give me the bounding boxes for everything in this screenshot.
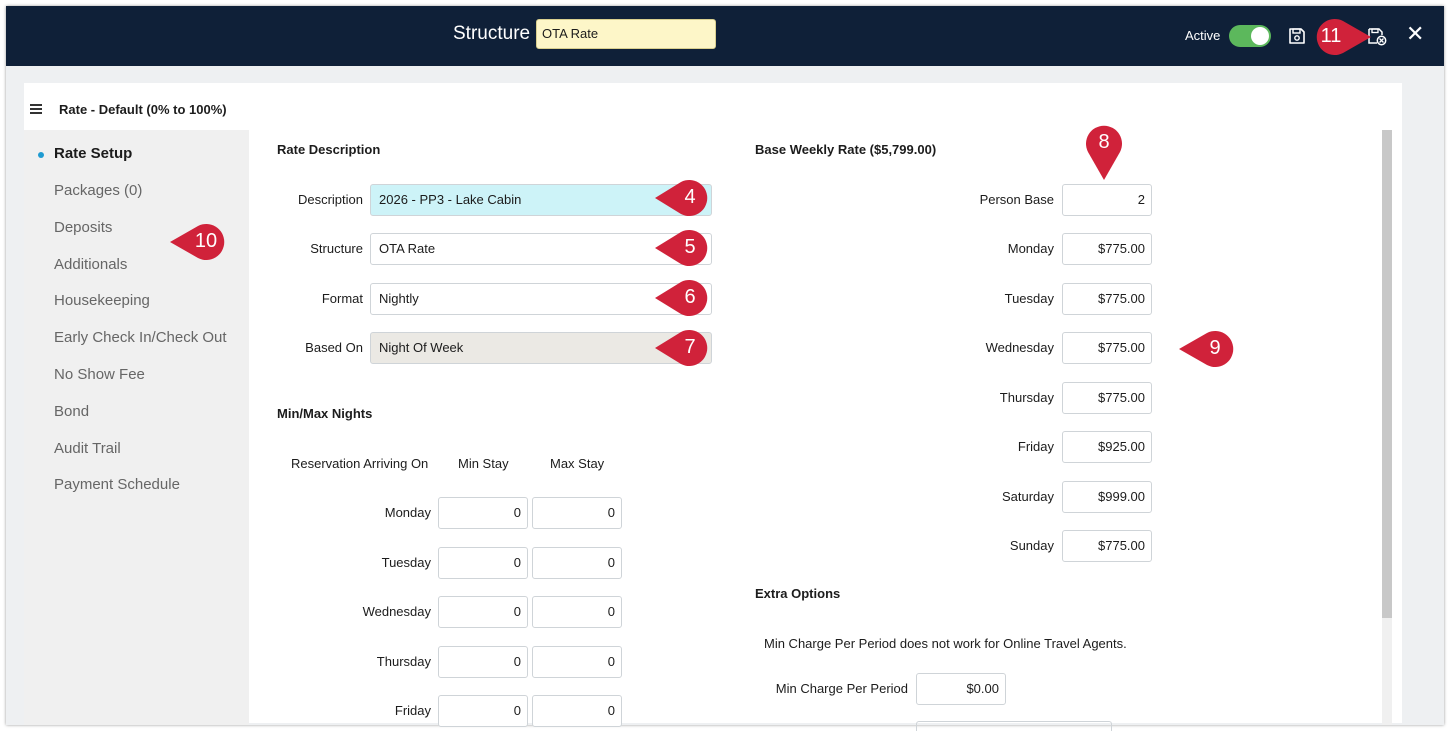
max-stay-input[interactable]: 0 [532, 547, 622, 579]
weekly-rate-input[interactable]: $775.00 [1062, 382, 1152, 414]
minmax-day-label: Tuesday [381, 555, 431, 570]
active-dot [38, 152, 44, 158]
sidebar-item-early-check-in[interactable]: Early Check In/Check Out [54, 329, 227, 346]
top-bar: Structure OTA Rate Active ✕ [6, 6, 1444, 66]
min-max-title: Min/Max Nights [277, 406, 373, 421]
sidebar-item-packages[interactable]: Packages (0) [54, 182, 142, 199]
person-base-label: Person Base [979, 192, 1054, 207]
sidebar-item-additionals[interactable]: Additionals [54, 256, 127, 273]
scrollbar-thumb[interactable] [1382, 130, 1392, 618]
callout-number: 7 [684, 336, 696, 358]
min-charge-input[interactable]: $0.00 [916, 673, 1006, 705]
minmax-day-label: Wednesday [362, 604, 431, 619]
sidebar-item-bond[interactable]: Bond [54, 403, 89, 420]
weekly-day-label: Tuesday [1004, 291, 1054, 306]
close-icon[interactable]: ✕ [1406, 22, 1424, 46]
weekly-rate-input[interactable]: $775.00 [1062, 233, 1152, 265]
panel-header: Rate - Default (0% to 100%) [59, 102, 227, 117]
weekly-rate-input[interactable]: $775.00 [1062, 530, 1152, 562]
callout-marker: 8 [1083, 124, 1125, 180]
weekly-day-label: Saturday [1001, 489, 1054, 504]
sidebar-item-rate-setup[interactable]: Rate Setup [38, 145, 133, 162]
sidebar-item-deposits[interactable]: Deposits [54, 219, 112, 236]
weekly-rate-input[interactable]: $999.00 [1062, 481, 1152, 513]
sidebar-item-audit-trail[interactable]: Audit Trail [54, 440, 121, 457]
callout-number: 5 [684, 236, 696, 258]
weekly-day-label: Sunday [1009, 538, 1054, 553]
next-field-partial[interactable] [916, 721, 1112, 731]
min-stay-input[interactable]: 0 [438, 646, 528, 678]
callout-marker: 4 [655, 179, 713, 217]
structure-title: Structure [453, 23, 531, 44]
description-label: Description [297, 192, 363, 207]
callout-marker: 11 [1311, 18, 1371, 56]
weekly-rate-input[interactable]: $775.00 [1062, 283, 1152, 315]
ota-note: Min Charge Per Period does not work for … [764, 636, 1127, 651]
sidebar-item-label: Rate Setup [54, 145, 133, 162]
rate-description-title: Rate Description [277, 142, 381, 157]
min-stay-input[interactable]: 0 [438, 695, 528, 727]
col-max-stay: Max Stay [550, 456, 605, 471]
weekly-day-label: Monday [1007, 241, 1054, 256]
sidebar-item-no-show-fee[interactable]: No Show Fee [54, 366, 145, 383]
format-label: Format [321, 291, 363, 306]
scrollbar[interactable] [1382, 130, 1392, 725]
max-stay-input[interactable]: 0 [532, 695, 622, 727]
menu-icon[interactable] [30, 104, 42, 114]
callout-number: 11 [1320, 25, 1342, 47]
toggle-knob [1251, 27, 1269, 45]
minmax-day-label: Thursday [376, 654, 431, 669]
callout-number: 10 [194, 230, 218, 252]
weekly-day-label: Thursday [999, 390, 1054, 405]
min-stay-input[interactable]: 0 [438, 547, 528, 579]
min-charge-label: Min Charge Per Period [775, 681, 908, 696]
min-stay-input[interactable]: 0 [438, 497, 528, 529]
callout-marker: 10 [170, 223, 231, 261]
weekly-rate-input[interactable]: $775.00 [1062, 332, 1152, 364]
extra-options-title: Extra Options [755, 586, 841, 601]
callout-marker: 9 [1179, 330, 1239, 368]
min-stay-input[interactable]: 0 [438, 596, 528, 628]
callout-number: 8 [1098, 131, 1110, 153]
active-label: Active [1185, 28, 1221, 43]
max-stay-input[interactable]: 0 [532, 497, 622, 529]
col-min-stay: Min Stay [458, 456, 509, 471]
col-reservation-arriving: Reservation Arriving On [291, 456, 429, 471]
active-toggle[interactable] [1229, 25, 1271, 47]
max-stay-input[interactable]: 0 [532, 596, 622, 628]
structure-label: Structure [310, 241, 363, 256]
weekly-rate-input[interactable]: $925.00 [1062, 431, 1152, 463]
weekly-day-label: Friday [1017, 439, 1054, 454]
callout-marker: 6 [655, 279, 713, 317]
callout-number: 4 [684, 186, 696, 208]
structure-name-input[interactable]: OTA Rate [536, 19, 716, 49]
minmax-day-label: Friday [394, 703, 431, 718]
save-icon[interactable] [1287, 26, 1307, 46]
max-stay-input[interactable]: 0 [532, 646, 622, 678]
sidebar-item-housekeeping[interactable]: Housekeeping [54, 292, 150, 309]
minmax-day-label: Monday [384, 505, 431, 520]
callout-marker: 7 [655, 329, 713, 367]
callout-marker: 5 [655, 229, 713, 267]
callout-number: 9 [1209, 337, 1221, 359]
weekly-day-label: Wednesday [985, 340, 1054, 355]
base-weekly-rate-title: Base Weekly Rate ($5,799.00) [755, 142, 937, 157]
based-on-label: Based On [305, 340, 363, 355]
person-base-input[interactable]: 2 [1062, 184, 1152, 216]
sidebar: Rate Setup Packages (0) Deposits Additio… [24, 130, 249, 725]
sidebar-item-payment-schedule[interactable]: Payment Schedule [54, 476, 180, 493]
callout-number: 6 [684, 286, 696, 308]
